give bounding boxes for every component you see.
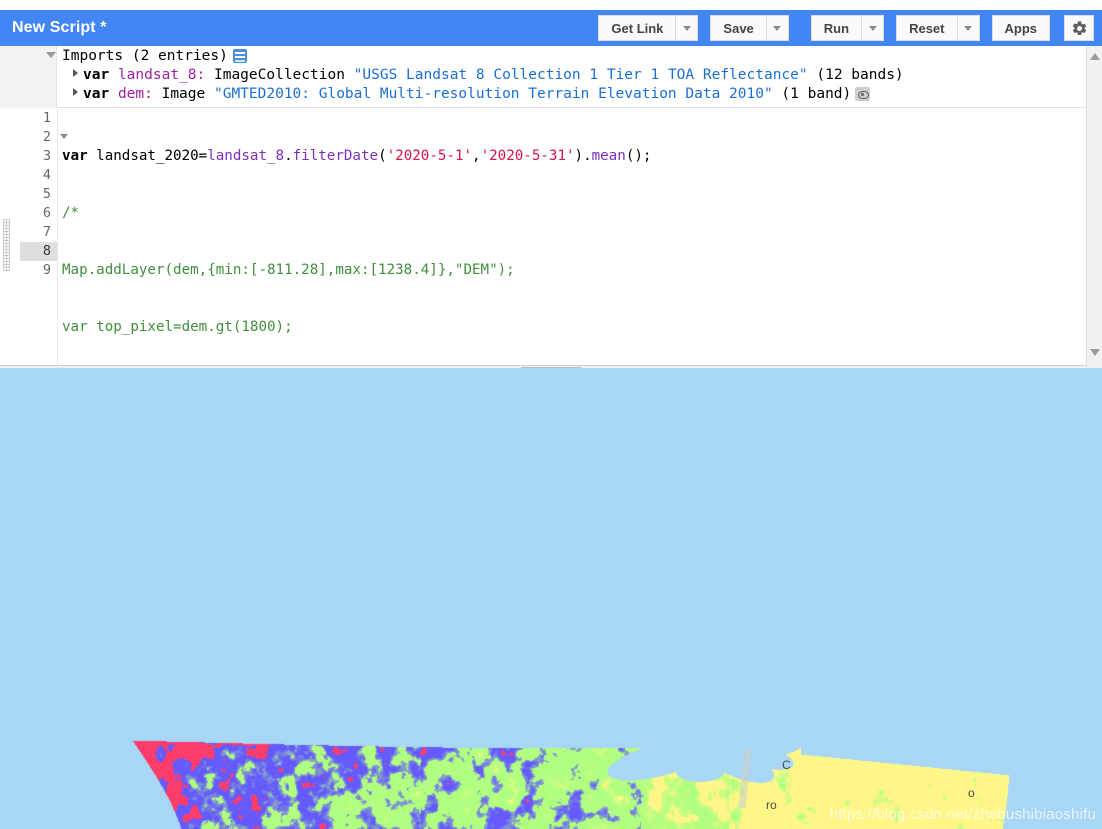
get-link-dropdown-button[interactable]	[676, 15, 698, 41]
line-number-active: 8	[20, 242, 57, 261]
earth-engine-code-editor: New Script * Get Link Save Run Reset App…	[0, 0, 1102, 829]
settings-button[interactable]	[1064, 15, 1094, 41]
import-dataset-title: "GMTED2010: Global Multi-resolution Terr…	[214, 86, 773, 102]
scroll-up-arrow-icon[interactable]	[1090, 53, 1100, 60]
code-area[interactable]: 1 2 3 4 5 6 7 8 9 var landsat_2020=lands…	[0, 109, 1102, 365]
chevron-down-icon	[773, 26, 781, 31]
save-button[interactable]: Save	[710, 15, 766, 41]
line-number: 9	[20, 261, 57, 280]
import-dataset-title: "USGS Landsat 8 Collection 1 Tier 1 TOA …	[354, 67, 808, 83]
ndvi-raster-layer	[0, 368, 1102, 829]
line-number: 2	[20, 128, 57, 147]
code-line-1[interactable]: var landsat_2020=landsat_8.filterDate('2…	[62, 147, 1102, 166]
expand-triangle-icon[interactable]	[73, 69, 78, 77]
line-number: 4	[20, 166, 57, 185]
imports-header-label: Imports (2 entries)	[62, 48, 228, 64]
get-link-group: Get Link	[598, 15, 698, 41]
title-bar: New Script * Get Link Save Run Reset App…	[0, 10, 1102, 46]
run-dropdown-button[interactable]	[862, 15, 884, 41]
reset-group: Reset	[896, 15, 979, 41]
line-number: 5	[20, 185, 57, 204]
panel-drag-handle[interactable]	[3, 219, 10, 271]
import-band-count: (12 bands)	[816, 67, 903, 83]
reset-button[interactable]: Reset	[896, 15, 957, 41]
code-line-3[interactable]: Map.addLayer(dem,{min:[-811.28],max:[123…	[62, 261, 1102, 280]
get-link-button[interactable]: Get Link	[598, 15, 676, 41]
run-group: Run	[811, 15, 884, 41]
line-number-label: 2	[43, 129, 51, 145]
eye-icon[interactable]	[855, 87, 870, 101]
import-type: ImageCollection	[214, 67, 345, 83]
map-canvas[interactable]: Gulf ofMexico S RK n C ro o https://blog…	[0, 368, 1102, 829]
line-number: 1	[20, 109, 57, 128]
editor-vertical-scrollbar[interactable]	[1086, 46, 1102, 366]
imports-body: Imports (2 entries) var landsat_8: Image…	[62, 46, 1102, 108]
import-entry-dem[interactable]: var dem: Image "GMTED2010: Global Multi-…	[62, 85, 1102, 104]
imports-collapse-toggle[interactable]	[46, 52, 56, 58]
save-dropdown-button[interactable]	[767, 15, 789, 41]
apps-group: Apps	[992, 15, 1051, 41]
imports-list-icon[interactable]	[233, 49, 247, 63]
import-variable-name: dem:	[118, 86, 153, 102]
script-title: New Script *	[12, 19, 107, 37]
line-number-gutter: 1 2 3 4 5 6 7 8 9	[20, 109, 58, 365]
toolbar: Get Link Save Run Reset Apps	[586, 10, 1094, 46]
code-editor-panel: Imports (2 entries) var landsat_8: Image…	[0, 46, 1102, 366]
save-group: Save	[710, 15, 788, 41]
import-entry-landsat-8[interactable]: var landsat_8: ImageCollection "USGS Lan…	[62, 66, 1102, 85]
line-number: 6	[20, 204, 57, 223]
code-text[interactable]: var landsat_2020=landsat_8.filterDate('2…	[62, 109, 1102, 365]
reset-dropdown-button[interactable]	[958, 15, 980, 41]
imports-panel: Imports (2 entries) var landsat_8: Image…	[0, 46, 1102, 108]
import-keyword: var	[83, 86, 109, 102]
expand-triangle-icon[interactable]	[73, 88, 78, 96]
import-keyword: var	[83, 67, 109, 83]
import-variable-name: landsat_8:	[118, 67, 205, 83]
imports-header: Imports (2 entries)	[62, 46, 1102, 66]
apps-button[interactable]: Apps	[992, 15, 1051, 41]
code-line-4[interactable]: var top_pixel=dem.gt(1800);	[62, 318, 1102, 337]
code-line-2[interactable]: /*	[62, 204, 1102, 223]
run-button[interactable]: Run	[811, 15, 862, 41]
import-band-count: (1 band)	[781, 86, 851, 102]
import-type: Image	[162, 86, 206, 102]
gear-icon	[1071, 20, 1088, 37]
line-number: 7	[20, 223, 57, 242]
chevron-down-icon	[964, 26, 972, 31]
chevron-down-icon	[869, 26, 877, 31]
line-number: 3	[20, 147, 57, 166]
scroll-down-arrow-icon[interactable]	[1090, 349, 1100, 356]
chevron-down-icon	[683, 26, 691, 31]
